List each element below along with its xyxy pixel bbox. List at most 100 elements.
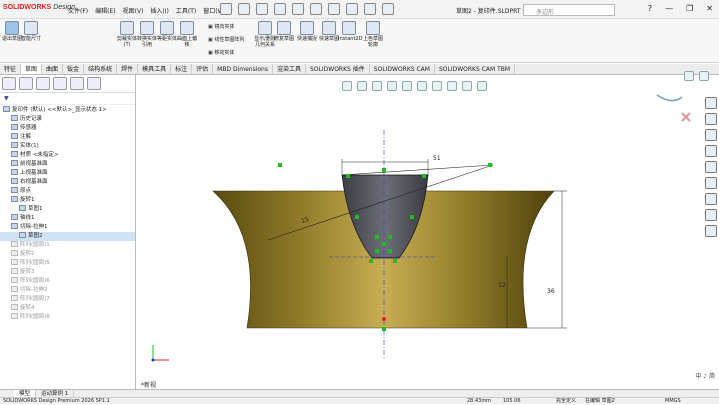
dim-right-height[interactable]: 36 <box>547 288 555 295</box>
menu-item-0[interactable]: 文件(F) <box>68 6 88 15</box>
tab-3[interactable]: 钣金 <box>63 64 85 74</box>
menu-item-2[interactable]: 视图(V) <box>123 6 144 15</box>
window-control-3[interactable]: ✕ <box>706 4 713 13</box>
traffic-light-icon[interactable] <box>364 3 376 15</box>
ribbon-button-offset[interactable]: 等距实体 <box>156 21 178 42</box>
tree-item[interactable]: 材质 <未指定> <box>0 151 135 160</box>
dim-left-height[interactable]: 12 <box>498 282 506 289</box>
tree-item[interactable]: 阵列(圆周)6 <box>0 277 135 286</box>
tab-1[interactable]: 草图 <box>21 64 43 74</box>
tab-0[interactable]: 特征 <box>0 64 22 74</box>
new-icon[interactable] <box>238 3 250 15</box>
tree-item[interactable]: 草图1 <box>0 205 135 214</box>
feature-tree-icon[interactable] <box>2 77 16 90</box>
file-explorer-icon[interactable] <box>705 145 717 157</box>
new-study-label[interactable]: *新视 <box>141 380 156 389</box>
tree-item[interactable]: 复印件 (默认) <<默认>_显示状态 1> <box>0 106 135 115</box>
tree-item-label: 传感器 <box>20 125 37 131</box>
tree-item[interactable]: 旋转4 <box>0 304 135 313</box>
ribbon-small-button-1[interactable]: ▣ 线性草图阵列 <box>208 36 244 43</box>
tab-10[interactable]: 渲染工具 <box>273 64 306 74</box>
tree-item[interactable]: 阵列(圆周)1 <box>0 241 135 250</box>
solidworks-resources-icon[interactable] <box>705 97 717 109</box>
toolbox-icon[interactable] <box>705 225 717 237</box>
tree-item[interactable]: 原点 <box>0 187 135 196</box>
tree-item[interactable]: 切除-拉伸2 <box>0 286 135 295</box>
custom-properties-icon[interactable] <box>705 193 717 205</box>
tree-item[interactable]: 前视基准面 <box>0 160 135 169</box>
menu-item-3[interactable]: 插入(I) <box>150 6 168 15</box>
origin-point[interactable] <box>382 317 386 321</box>
window-control-0[interactable]: ? <box>648 4 652 13</box>
redo-icon[interactable] <box>328 3 340 15</box>
bottom-tab-0[interactable]: 模型 <box>14 390 37 397</box>
property-manager-icon[interactable] <box>19 77 33 90</box>
graphics-viewport[interactable]: 51 36 12 15 *新视 中 ♪ 简 <box>137 71 719 389</box>
app-logo[interactable]: SOLIDWORKS Design <box>3 4 75 11</box>
select-icon[interactable] <box>346 3 358 15</box>
appearances-icon[interactable] <box>705 177 717 189</box>
open-icon[interactable] <box>256 3 268 15</box>
tree-item[interactable]: 切除-拉伸1 <box>0 223 135 232</box>
ribbon-small-button-0[interactable]: ▣ 镜向实体 <box>208 23 234 30</box>
print-icon[interactable] <box>292 3 304 15</box>
ribbon-button-smart-dimension[interactable]: 智能尺寸 <box>20 21 42 42</box>
filter-icon[interactable]: ▼ <box>0 93 135 105</box>
tree-item[interactable]: 旋转1 <box>0 196 135 205</box>
home-pane-icon[interactable] <box>705 113 717 125</box>
dim-xpert-icon[interactable] <box>53 77 67 90</box>
ribbon-button-trim[interactable]: 剪裁实体(T) <box>116 21 138 48</box>
tree-item[interactable]: 阵列(圆周)8 <box>0 313 135 322</box>
options-icon[interactable] <box>382 3 394 15</box>
ribbon-button-repair[interactable]: 修复草图 <box>273 21 295 42</box>
menu-item-1[interactable]: 编辑(E) <box>95 6 115 15</box>
tab-13[interactable]: SOLIDWORKS CAM TBM <box>435 64 516 74</box>
undo-icon[interactable] <box>310 3 322 15</box>
ribbon-button-convert[interactable]: 转换实体引用 <box>136 21 158 48</box>
tree-item-label: 历史记录 <box>20 116 43 122</box>
ribbon-small-button-2[interactable]: ▣ 移动实体 <box>208 49 234 56</box>
sketch-line[interactable] <box>341 164 494 176</box>
ribbon-button-rapid-sketch[interactable]: 快速草图 <box>318 21 340 42</box>
tab-4[interactable]: 结构系统 <box>84 64 118 74</box>
forum-icon[interactable] <box>705 209 717 221</box>
tree-item[interactable]: 注解 <box>0 133 135 142</box>
config-manager-icon[interactable] <box>36 77 50 90</box>
window-control-2[interactable]: ❐ <box>686 4 693 13</box>
display-manager-icon[interactable] <box>70 77 84 90</box>
tab-2[interactable]: 曲面 <box>42 64 64 74</box>
tree-item[interactable]: 阵列(圆周)5 <box>0 259 135 268</box>
tree-item[interactable]: 传感器 <box>0 124 135 133</box>
ribbon-button-instant2d[interactable]: Instant2D <box>338 21 362 42</box>
tree-item[interactable]: 草图2 <box>0 232 135 241</box>
tab-6[interactable]: 模具工具 <box>138 64 172 74</box>
tree-item[interactable]: 轴线1 <box>0 214 135 223</box>
bottom-tab-1[interactable]: 运动算例 1 <box>36 390 75 397</box>
ribbon-button-shaded-sketch[interactable]: 上色草图轮廓 <box>362 21 384 48</box>
tab-7[interactable]: 标注 <box>171 64 193 74</box>
tree-item[interactable]: 旋转3 <box>0 268 135 277</box>
tab-5[interactable]: 焊件 <box>117 64 139 74</box>
ribbon-button-snap[interactable]: 快速捕捉 <box>296 21 318 42</box>
dim-top-width[interactable]: 51 <box>433 155 441 162</box>
tree-item[interactable]: 上视基准面 <box>0 169 135 178</box>
tree-item[interactable]: 历史记录 <box>0 115 135 124</box>
tree-item[interactable]: 旋转2 <box>0 250 135 259</box>
save-icon[interactable] <box>274 3 286 15</box>
view-palette-icon[interactable] <box>705 161 717 173</box>
reference-triad-icon[interactable] <box>656 94 691 122</box>
home-icon[interactable] <box>220 3 232 15</box>
menu-item-4[interactable]: 工具(T) <box>176 6 196 15</box>
window-control-1[interactable]: — <box>665 4 673 13</box>
design-library-icon[interactable] <box>705 129 717 141</box>
tree-item[interactable]: 阵列(圆周)7 <box>0 295 135 304</box>
more-icon[interactable] <box>87 77 101 90</box>
tab-8[interactable]: 评估 <box>192 64 214 74</box>
tab-9[interactable]: MBD Dimensions <box>213 64 273 74</box>
tab-11[interactable]: SOLIDWORKS 插件 <box>306 64 370 74</box>
search-input[interactable]: 多边形 <box>523 4 615 16</box>
tree-item[interactable]: 实体(1) <box>0 142 135 151</box>
ribbon-button-surface-offset[interactable]: 曲面上偏移 <box>176 21 198 48</box>
tree-item[interactable]: 右视基准面 <box>0 178 135 187</box>
tab-12[interactable]: SOLIDWORKS CAM <box>370 64 435 74</box>
